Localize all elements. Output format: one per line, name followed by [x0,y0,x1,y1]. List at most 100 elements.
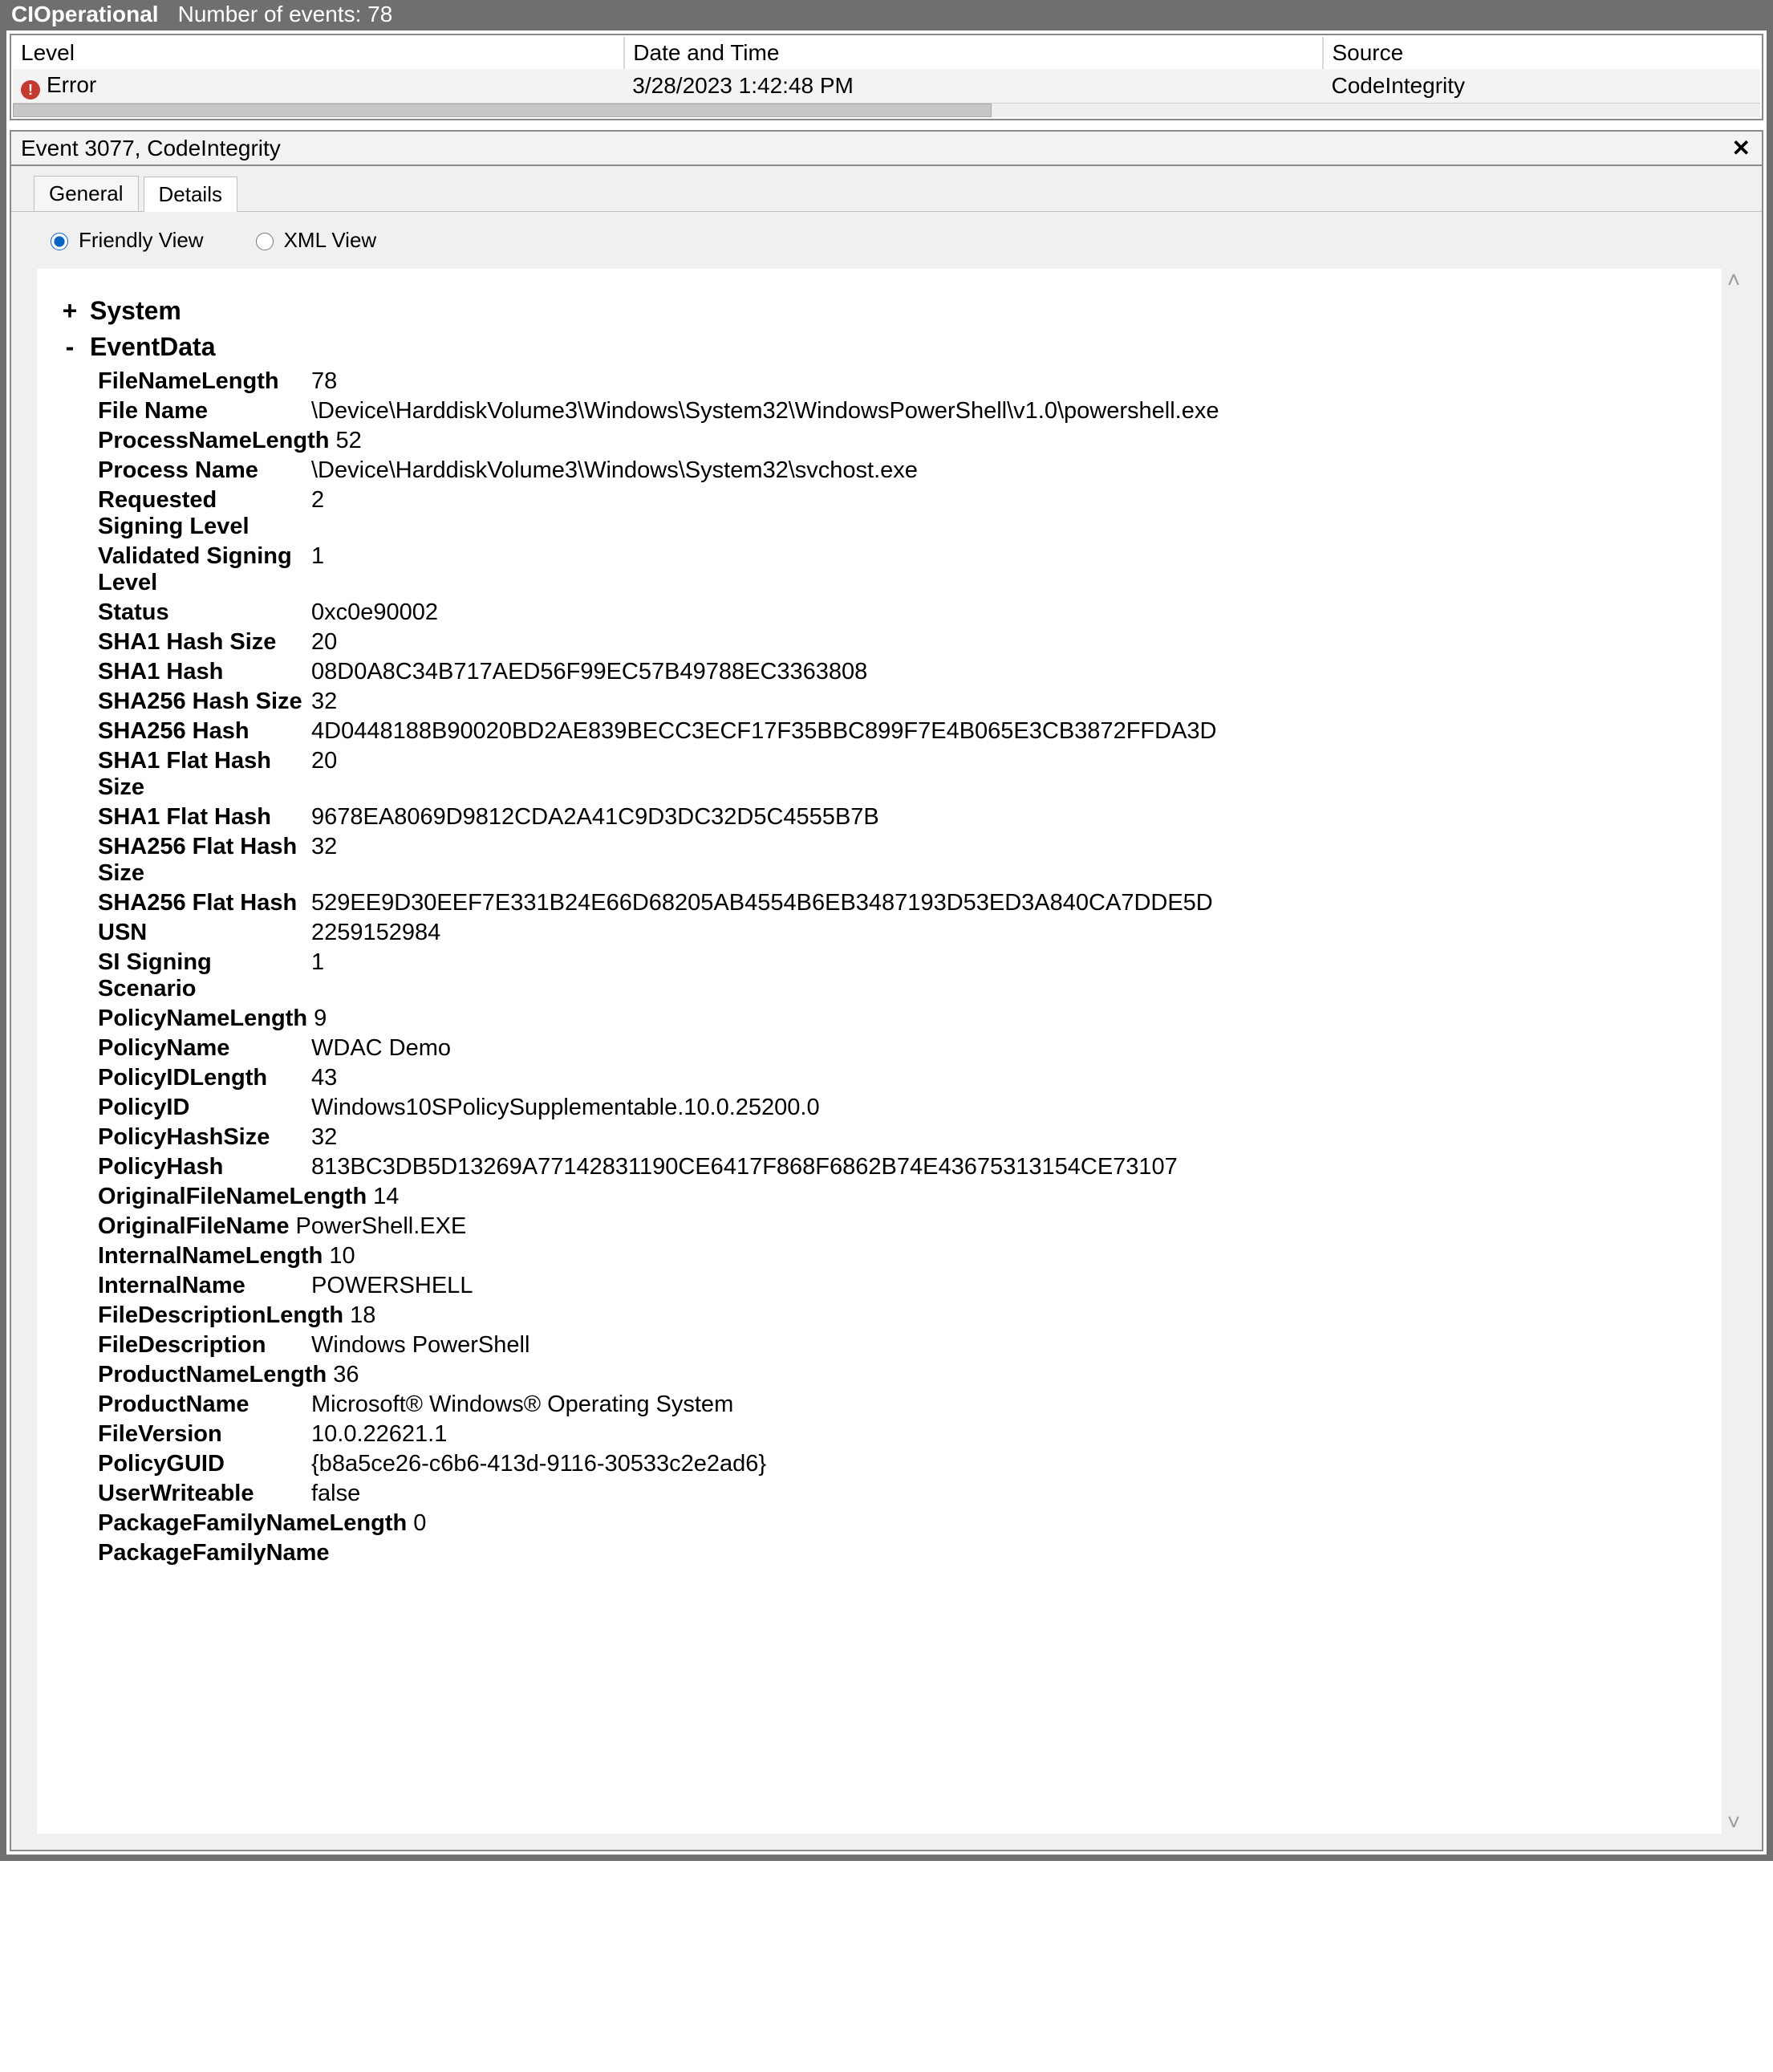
kv-value: PowerShell.EXE [296,1213,467,1240]
expand-icon[interactable]: + [61,296,79,326]
grid-header-row[interactable]: Level Date and Time Source [13,37,1760,69]
kv-value: 813BC3DB5D13269A77142831190CE6417F868F68… [311,1154,1690,1180]
col-header-source[interactable]: Source [1323,37,1760,69]
kv-key: SHA1 Flat Hash Size [98,748,306,801]
kv-value: 20 [311,629,1690,656]
kv-value: Windows10SPolicySupplementable.10.0.2520… [311,1095,1690,1121]
kv-value: 10.0.22621.1 [311,1421,1690,1448]
grid-horizontal-scrollbar[interactable] [13,103,1760,117]
tree-node-system[interactable]: + System [61,296,1690,326]
kv-key: PolicyHash [98,1154,306,1180]
kv-key: SHA256 Hash Size [98,689,306,715]
view-mode-row: Friendly View XML View [47,228,1746,253]
kv-key: Validated Signing Level [98,543,306,596]
kv-key: FileDescriptionLength 18 [98,1302,1690,1329]
kv-value: 2 [311,487,1690,540]
cell-level: ! Error [13,69,624,103]
cell-date: 3/28/2023 1:42:48 PM [624,69,1323,103]
scroll-up-icon[interactable]: ˄ [1722,269,1746,291]
kv-key: FileDescription [98,1332,306,1359]
tree-node-eventdata-label: EventData [90,332,216,362]
kv-value: 9678EA8069D9812CDA2A41C9D3DC32D5C4555B7B [311,804,1690,831]
kv-value: 43 [311,1065,1690,1091]
radio-xml-view-label: XML View [284,228,377,253]
kv-key: FileVersion [98,1421,306,1448]
detail-vertical-scrollbar[interactable]: ˄ ˅ [1722,269,1746,1834]
col-header-level[interactable]: Level [13,37,624,69]
radio-friendly-view[interactable]: Friendly View [47,228,204,253]
collapse-icon[interactable]: - [61,332,79,362]
tree-node-system-label: System [90,296,181,326]
kv-key: SHA1 Flat Hash [98,804,306,831]
event-detail-body: General Details Friendly View XML View [10,166,1763,1851]
detail-panel-outer: + System - EventData FileNameLength 78 F… [37,269,1746,1834]
kv-key: OriginalFileNameLength 14 [98,1184,1690,1210]
kv-value: 2259152984 [311,920,1690,946]
kv-value: 18 [350,1302,375,1329]
kv-value: 14 [373,1184,399,1210]
kv-key: ProductName [98,1391,306,1418]
tab-general[interactable]: General [34,176,139,211]
radio-xml-view-input[interactable] [256,233,274,250]
radio-friendly-view-label: Friendly View [79,228,204,253]
kv-key: Requested Signing Level [98,487,306,540]
kv-value: 52 [336,428,362,454]
kv-key: Process Name [98,457,306,484]
kv-key: PolicyNameLength9 [98,1006,1690,1032]
kv-key: SHA1 Hash [98,659,306,685]
kv-key: PolicyID [98,1095,306,1121]
kv-value: WDAC Demo [311,1035,1690,1062]
kv-key: UserWriteable [98,1481,306,1507]
kv-value: 0xc0e90002 [311,599,1690,626]
kv-value: Microsoft® Windows® Operating System [311,1391,1690,1418]
kv-value: \Device\HarddiskVolume3\Windows\System32… [311,457,1690,484]
kv-value: 4D0448188B90020BD2AE839BECC3ECF17F35BBC8… [311,718,1690,745]
window-frame: Level Date and Time Source ! Error 3/28/2… [0,30,1773,1861]
detail-panel: + System - EventData FileNameLength 78 F… [37,269,1722,1834]
close-icon[interactable]: ✕ [1727,135,1755,161]
error-icon: ! [21,80,40,100]
cell-source: CodeIntegrity [1323,69,1760,103]
kv-key: Status [98,599,306,626]
kv-key: PackageFamilyName [98,1540,1690,1566]
event-detail-header: Event 3077, CodeIntegrity ✕ [10,130,1763,166]
tree-node-eventdata[interactable]: - EventData [61,332,1690,362]
kv-key: PolicyName [98,1035,306,1062]
kv-key: SHA1 Hash Size [98,629,306,656]
kv-value: 08D0A8C34B717AED56F99EC57B49788EC3363808 [311,659,1690,685]
tab-details[interactable]: Details [144,177,237,212]
kv-value: 10 [329,1243,355,1270]
event-grid[interactable]: Level Date and Time Source ! Error 3/28/2… [10,34,1763,120]
table-row[interactable]: ! Error 3/28/2023 1:42:48 PM CodeIntegrit… [13,69,1760,103]
kv-key: ProductNameLength 36 [98,1362,1690,1388]
titlebar-app: CIOperational [11,2,159,27]
tab-page-details: Friendly View XML View + System - Even [11,211,1762,1850]
kv-value: \Device\HarddiskVolume3\Windows\System32… [311,398,1690,425]
kv-value: 529EE9D30EEF7E331B24E66D68205AB4554B6EB3… [311,890,1690,916]
scrollbar-track[interactable] [992,104,1760,117]
kv-key: PackageFamilyNameLength 0 [98,1510,1690,1537]
radio-friendly-view-input[interactable] [51,233,68,250]
eventdata-kv-list: FileNameLength 78 File Name \Device\Hard… [98,368,1690,1566]
kv-key: PolicyHashSize [98,1124,306,1151]
kv-key: SHA256 Hash [98,718,306,745]
event-detail-title: Event 3077, CodeIntegrity [21,136,281,161]
titlebar-subtitle: Number of events: 78 [178,2,393,27]
kv-value: {b8a5ce26-c6b6-413d-9116-30533c2e2ad6} [311,1451,1690,1477]
kv-key: SI Signing Scenario [98,949,306,1002]
kv-key: OriginalFileName PowerShell.EXE [98,1213,1690,1240]
col-header-date[interactable]: Date and Time [624,37,1323,69]
kv-value: POWERSHELL [311,1273,1690,1299]
kv-value: 36 [333,1362,359,1388]
kv-key: File Name [98,398,306,425]
kv-value: 1 [311,949,1690,1002]
kv-value: 0 [413,1510,426,1537]
kv-value: 20 [311,748,1690,801]
scroll-down-icon[interactable]: ˅ [1722,1811,1746,1834]
kv-value: false [311,1481,1690,1507]
kv-key: PolicyIDLength [98,1065,306,1091]
cell-level-text: Error [47,72,96,97]
kv-value: Windows PowerShell [311,1332,1690,1359]
radio-xml-view[interactable]: XML View [252,228,377,253]
scrollbar-thumb[interactable] [13,104,992,117]
